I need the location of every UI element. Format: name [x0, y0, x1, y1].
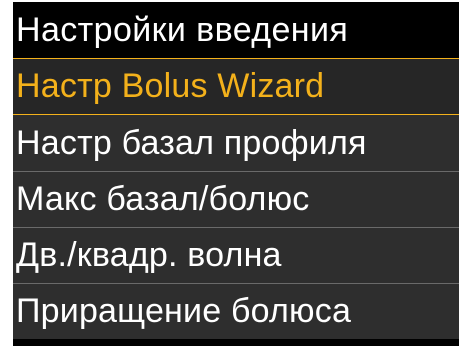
menu-item-max-basal-bolus[interactable]: Макс базал/болюс [13, 171, 459, 227]
delivery-settings-menu: Настр Bolus Wizard Настр базал профиля М… [13, 58, 459, 339]
menu-item-bolus-increment[interactable]: Приращение болюса [13, 283, 459, 339]
menu-item-basal-pattern-setup[interactable]: Настр базал профиля [13, 115, 459, 171]
menu-item-dual-square-wave[interactable]: Дв./квадр. волна [13, 227, 459, 283]
pump-screen: Настройки введения Настр Bolus Wizard На… [13, 2, 459, 346]
menu-item-bolus-wizard-setup[interactable]: Настр Bolus Wizard [13, 58, 459, 116]
screen-title: Настройки введения [16, 10, 349, 49]
